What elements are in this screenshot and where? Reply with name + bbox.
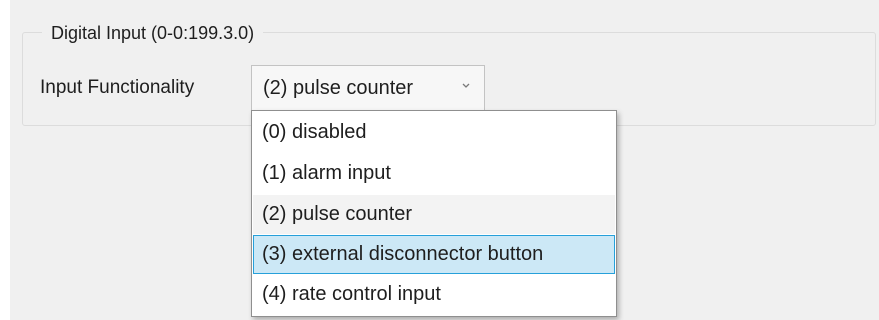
combobox-selected-value: (2) pulse counter	[263, 77, 414, 99]
dropdown-option-rate-control-input[interactable]: (4) rate control input	[253, 275, 615, 314]
dropdown-option-external-disconnector-button[interactable]: (3) external disconnector button	[253, 235, 615, 274]
groupbox-title: Digital Input (0-0:199.3.0)	[42, 22, 264, 44]
input-functionality-label: Input Functionality	[40, 77, 195, 98]
chevron-down-icon[interactable]	[460, 80, 472, 92]
dropdown-option-alarm-input[interactable]: (1) alarm input	[253, 154, 615, 193]
dropdown-option-pulse-counter[interactable]: (2) pulse counter	[253, 195, 615, 234]
input-functionality-dropdown-list: (0) disabled (1) alarm input (2) pulse c…	[251, 110, 617, 317]
dropdown-option-disabled[interactable]: (0) disabled	[253, 113, 615, 152]
input-functionality-combobox[interactable]: (2) pulse counter	[251, 65, 485, 111]
